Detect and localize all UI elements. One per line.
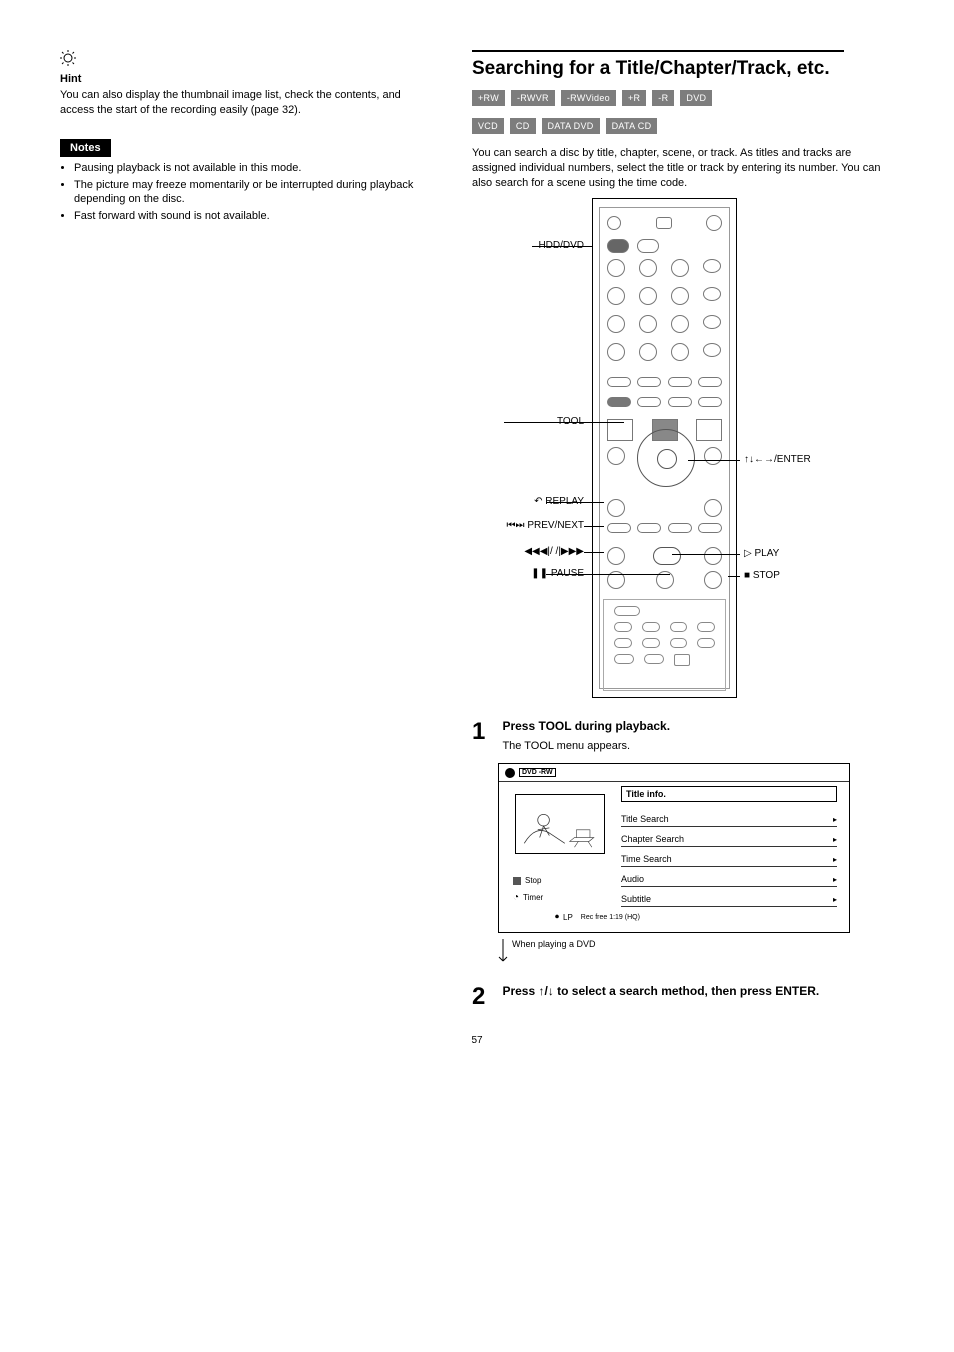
- callout-tool: TOOL: [472, 416, 584, 427]
- rewind-icon: ◀◀◀|: [524, 546, 550, 557]
- pointer-icon: [498, 939, 508, 969]
- clock-icon: ◔: [513, 892, 519, 903]
- dvd-logo: DVD -RW: [519, 768, 556, 777]
- callout-stop: ■ STOP: [744, 570, 780, 581]
- stop-icon: ■: [744, 570, 750, 581]
- panel-status-timer: ◔Timer: [513, 892, 543, 903]
- note-item: Fast forward with sound is not available…: [74, 209, 436, 224]
- media-badges: +RW -RWVR -RWVideo +R -R DVD: [472, 90, 894, 106]
- page-columns: Hint You can also display the thumbnail …: [60, 50, 894, 1011]
- panel-row-audio: Audio▸: [621, 872, 837, 887]
- note-item: The picture may freeze momentarily or be…: [74, 178, 436, 208]
- tool-menu-panel: DVD -RW Title info. Title Search▸ Chapte…: [498, 763, 850, 933]
- right-column: Searching for a Title/Chapter/Track, etc…: [472, 50, 894, 1011]
- media-badge: DATA CD: [606, 118, 658, 134]
- tool-panel-caption: When playing a DVD: [498, 939, 894, 969]
- chevron-right-icon: ▸: [833, 875, 837, 884]
- panel-row-title-search: Title Search▸: [621, 812, 837, 827]
- hint-heading: Hint: [60, 73, 436, 85]
- left-column: Hint You can also display the thumbnail …: [60, 50, 436, 1011]
- chevron-right-icon: ▸: [833, 835, 837, 844]
- callout-replay: ↶ REPLAY: [472, 496, 584, 507]
- media-badges-2: VCD CD DATA DVD DATA CD: [472, 118, 894, 134]
- stop-square-icon: [513, 877, 521, 885]
- step-number: 2: [472, 983, 498, 1011]
- rec-icon: ⏺: [555, 912, 559, 922]
- remote-diagram: HDD/DVD TOOL ↶ REPLAY ⏮⏭ PREV/NEXT ◀◀◀|/…: [472, 198, 844, 718]
- step-text: Press ↑/↓ to select a search method, the…: [502, 983, 832, 999]
- media-badge: -RWVR: [511, 90, 555, 106]
- panel-status-stop: Stop: [513, 876, 541, 885]
- heading-rule: [472, 50, 844, 52]
- play-icon: ▷: [744, 548, 752, 559]
- replay-icon: ↶: [534, 496, 542, 507]
- panel-row-chapter-search: Chapter Search▸: [621, 832, 837, 847]
- media-badge: DATA DVD: [542, 118, 600, 134]
- panel-row-subtitle: Subtitle▸: [621, 892, 837, 907]
- panel-row-time-search: Time Search▸: [621, 852, 837, 867]
- media-badge: VCD: [472, 118, 504, 134]
- callout-hdd-dvd: HDD/DVD: [472, 240, 584, 251]
- media-badge: -RWVideo: [561, 90, 616, 106]
- chevron-right-icon: ▸: [833, 815, 837, 824]
- step-text: Press TOOL during playback. The TOOL men…: [502, 718, 832, 753]
- right-arrow-icon: →: [764, 454, 774, 465]
- notes-list: Pausing playback is not available in thi…: [74, 161, 436, 224]
- prev-icon: ⏮: [507, 520, 516, 531]
- step-subtext: The TOOL menu appears.: [502, 739, 832, 754]
- panel-title-info: Title info.: [621, 786, 837, 802]
- page-number: 57: [60, 1035, 894, 1046]
- step-1: 1 Press TOOL during playback. The TOOL m…: [472, 718, 894, 753]
- step-number: 1: [472, 718, 498, 746]
- thumbnail: [515, 794, 605, 854]
- tool-panel-header: DVD -RW: [499, 764, 849, 782]
- hint-lightbulb-icon: [60, 50, 76, 66]
- panel-rec-free: ⏺ LP Rec free 1:19 (HQ): [555, 912, 640, 922]
- hint-body: You can also display the thumbnail image…: [60, 88, 436, 118]
- left-arrow-icon: ←: [754, 454, 764, 465]
- notes-badge: Notes: [60, 139, 111, 157]
- section-title: Searching for a Title/Chapter/Track, etc…: [472, 58, 894, 80]
- media-badge: -R: [652, 90, 674, 106]
- callout-arrows-enter: ↑↓←→/ENTER: [744, 454, 811, 465]
- remote-outline: [592, 198, 737, 698]
- callout-pause: ❚❚ PAUSE: [472, 568, 584, 579]
- notes-box: Notes Pausing playback is not available …: [60, 138, 436, 224]
- media-badge: +RW: [472, 90, 505, 106]
- callout-prev-next: ⏮⏭ PREV/NEXT: [472, 520, 584, 531]
- media-badge: +R: [622, 90, 646, 106]
- next-icon: ⏭: [516, 520, 525, 531]
- intro-text: You can search a disc by title, chapter,…: [472, 146, 894, 191]
- media-badge: DVD: [680, 90, 712, 106]
- media-badge: CD: [510, 118, 536, 134]
- callout-seek: ◀◀◀|/ /|▶▶▶: [472, 546, 584, 557]
- note-item: Pausing playback is not available in thi…: [74, 161, 436, 176]
- chevron-right-icon: ▸: [833, 855, 837, 864]
- callout-play: ▷ PLAY: [744, 548, 779, 559]
- step-2: 2 Press ↑/↓ to select a search method, t…: [472, 983, 894, 1011]
- chevron-right-icon: ▸: [833, 895, 837, 904]
- record-dot-icon: [505, 768, 515, 778]
- forward-icon: |▶▶▶: [558, 546, 584, 557]
